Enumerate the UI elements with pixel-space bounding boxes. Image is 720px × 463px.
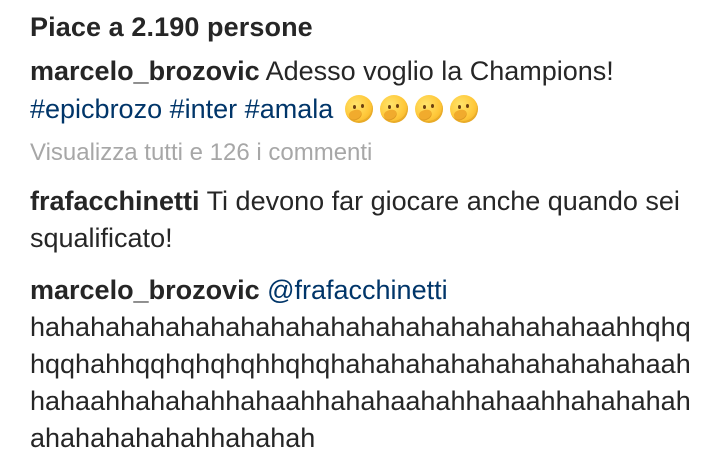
instagram-post-details: Piace a 2.190 persone marcelo_brozovic A… [0, 0, 720, 463]
comment-item: frafacchinetti Ti devono far giocare anc… [30, 183, 700, 257]
hashtag-inter[interactable]: #inter [170, 94, 238, 124]
comment-item: marcelo_brozovic @frafacchinetti hahahah… [30, 272, 700, 457]
comment-mention[interactable]: @frafacchinetti [267, 275, 447, 305]
thinking-face-icon [379, 95, 408, 123]
hashtag-amala[interactable]: #amala [245, 94, 334, 124]
caption-username[interactable]: marcelo_brozovic [30, 56, 260, 86]
hashtag-epicbrozo[interactable]: #epicbrozo [30, 94, 162, 124]
thinking-face-icon [344, 95, 373, 123]
thinking-face-icon [449, 95, 478, 123]
comment-text: hahahahahahahahahahahahahahahahahahahaah… [30, 312, 691, 453]
view-all-comments-link[interactable]: Visualizza tutti e 126 i commenti [30, 138, 372, 168]
likes-count[interactable]: Piace a 2.190 persone [30, 10, 313, 44]
emoji-row [344, 95, 478, 123]
comment-username-frafacchinetti[interactable]: frafacchinetti [30, 186, 200, 216]
comment-username-marcelo-brozovic[interactable]: marcelo_brozovic [30, 275, 260, 305]
caption-text: Adesso voglio la Champions! [265, 56, 614, 86]
post-caption: marcelo_brozovic Adesso voglio la Champi… [30, 52, 710, 128]
thinking-face-icon [414, 95, 443, 123]
